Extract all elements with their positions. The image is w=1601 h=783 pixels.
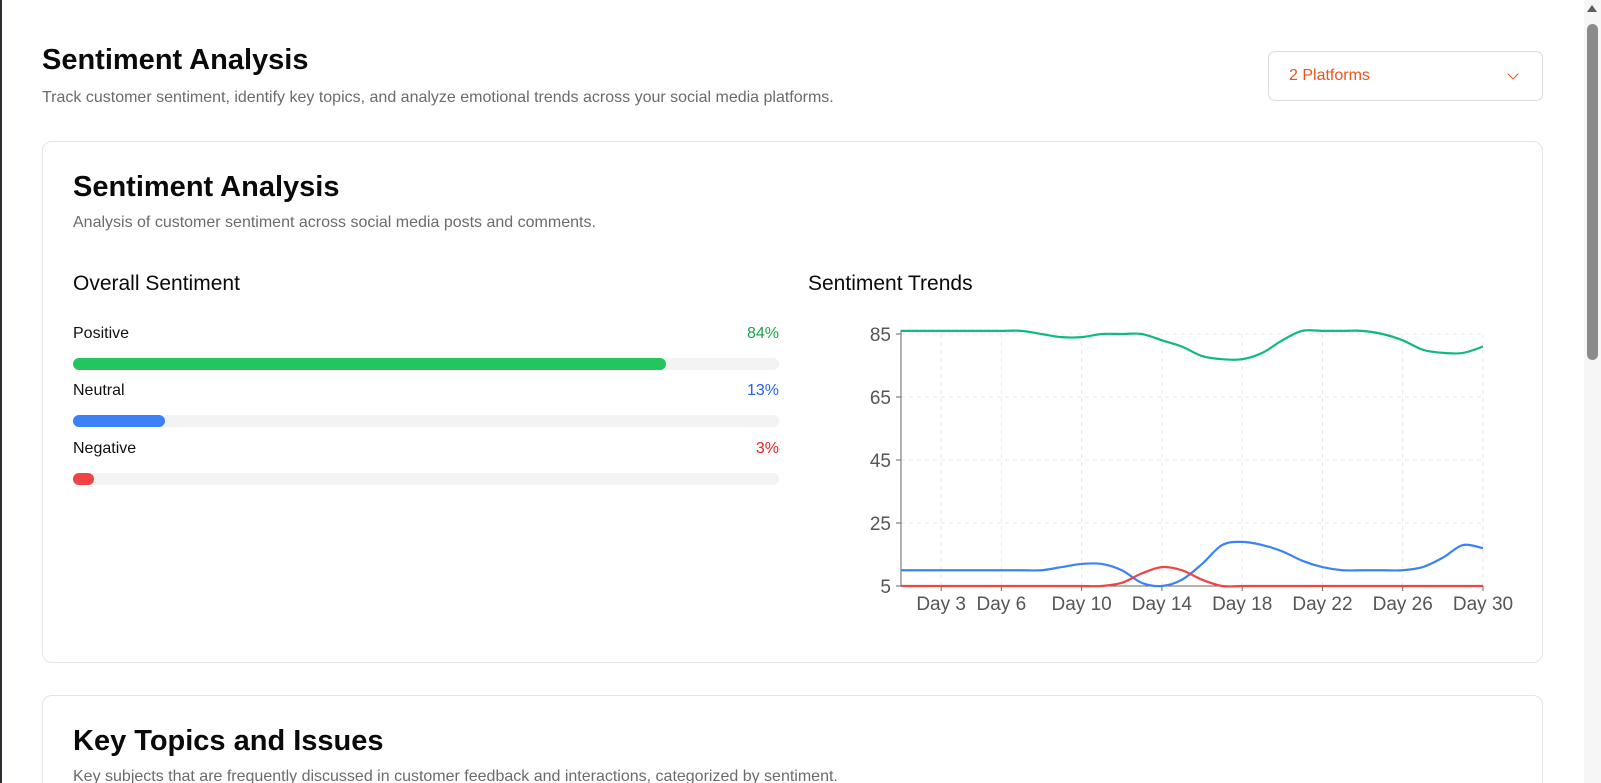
bar-label: Negative	[73, 440, 137, 457]
y-tick-label: 5	[880, 577, 891, 598]
overall-sentiment-title: Overall Sentiment	[73, 272, 240, 295]
scroll-up-arrow-icon[interactable]	[1587, 5, 1597, 12]
bar-track	[73, 358, 779, 370]
sentiment-trends-title: Sentiment Trends	[808, 272, 973, 295]
series-line-positive	[901, 329, 1484, 361]
scroll-thumb[interactable]	[1587, 24, 1598, 360]
bar-label: Neutral	[73, 382, 125, 399]
sentiment-analysis-card: Sentiment Analysis Analysis of customer …	[42, 141, 1543, 663]
vertical-scrollbar[interactable]	[1584, 0, 1601, 783]
bar-percent: 3%	[755, 440, 779, 457]
bar-label: Positive	[73, 325, 130, 342]
series-line-neutral	[900, 540, 1484, 588]
x-tick-label: Day 3	[916, 594, 966, 615]
x-tick-label: Day 6	[977, 594, 1027, 615]
x-tick-label: Day 22	[1292, 594, 1352, 615]
y-tick-label: 65	[870, 388, 891, 409]
bar-percent: 13%	[746, 382, 779, 399]
card-title: Sentiment Analysis	[73, 171, 340, 203]
x-tick-label: Day 14	[1132, 594, 1193, 615]
x-tick-label: Day 30	[1453, 594, 1513, 615]
bar-track	[73, 473, 779, 485]
sentiment-trends-chart: 5 25 45 65 85 Day 3 Day 6 Day 10 Day 14 Day 18 Day…	[833, 314, 1513, 652]
window-edge	[0, 0, 2, 783]
chevron-down-icon	[1507, 68, 1519, 80]
card-title: Key Topics and Issues	[73, 725, 384, 757]
bar-track	[73, 415, 779, 427]
card-subtitle: Analysis of customer sentiment across so…	[73, 214, 596, 231]
x-tick-label: Day 10	[1052, 594, 1112, 615]
page-title: Sentiment Analysis	[42, 44, 309, 76]
y-tick-label: 25	[870, 514, 891, 535]
x-tick-label: Day 18	[1212, 594, 1272, 615]
y-tick-label: 85	[870, 325, 891, 346]
platform-select-value: 2 Platforms	[1289, 67, 1370, 84]
bar-fill	[73, 415, 165, 427]
bar-fill	[73, 473, 95, 485]
key-topics-card: Key Topics and Issues Key subjects that …	[42, 695, 1543, 783]
card-subtitle: Key subjects that are frequently discuss…	[73, 768, 838, 783]
platform-select[interactable]: 2 Platforms	[1268, 51, 1543, 101]
trend-chart-svg: 5 25 45 65 85 Day 3 Day 6 Day 10 Day 14 Day 18 Day…	[870, 325, 1513, 652]
x-tick-label: Day 26	[1373, 594, 1433, 615]
y-tick-label: 45	[870, 451, 891, 472]
bar-fill	[73, 358, 667, 370]
page-subtitle: Track customer sentiment, identify key t…	[42, 89, 834, 106]
bar-percent: 84%	[746, 325, 779, 342]
